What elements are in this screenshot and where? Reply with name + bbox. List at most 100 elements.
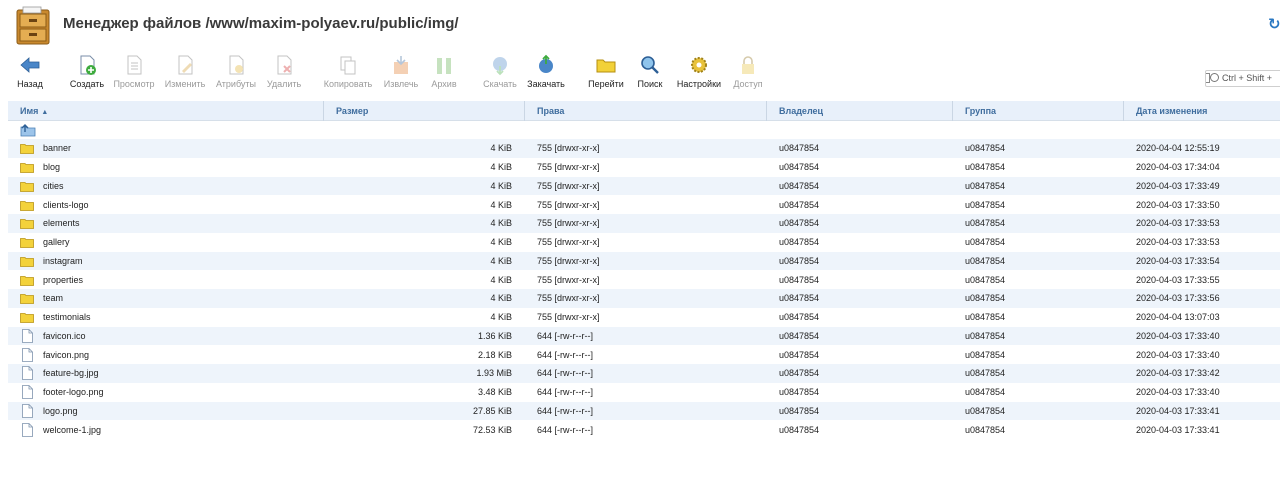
table-row[interactable]: blog 4 KiB 755 [drwxr-xr-x] u0847854 u084785…	[8, 158, 1280, 177]
file-group: u0847854	[965, 237, 1006, 248]
file-size: 2.18 KiB	[477, 349, 512, 360]
table-row[interactable]: favicon.ico 1.36 KiB 644 [-rw-r--r--] u0847…	[8, 326, 1280, 346]
file-group: u0847854	[965, 162, 1006, 173]
file-rights[interactable]: 755 [drwxr-xr-x]	[537, 158, 600, 177]
folder-icon	[20, 238, 34, 248]
file-name[interactable]: footer-logo.png	[43, 383, 104, 402]
file-modified: 2020-04-03 17:33:40	[1136, 330, 1220, 341]
table-row[interactable]: testimonials 4 KiB 755 [drwxr-xr-x] u084785…	[8, 308, 1280, 327]
file-name[interactable]: feature-bg.jpg	[43, 364, 99, 383]
file-name[interactable]: favicon.png	[43, 346, 89, 365]
archive-button[interactable]: Архив	[429, 54, 459, 94]
folder-open-icon	[596, 59, 616, 73]
file-rights[interactable]: 755 [drwxr-xr-x]	[537, 233, 600, 252]
search-input[interactable]: Ctrl + Shift +	[1205, 70, 1280, 87]
file-owner: u0847854	[779, 330, 820, 341]
file-rights[interactable]: 755 [drwxr-xr-x]	[537, 252, 600, 271]
file-modified: 2020-04-03 17:33:41	[1136, 405, 1220, 416]
file-name[interactable]: gallery	[43, 233, 70, 252]
file-rights[interactable]: 644 [-rw-r--r--]	[537, 421, 593, 440]
search-button[interactable]: Поиск	[636, 54, 664, 94]
table-row[interactable]: gallery 4 KiB 755 [drwxr-xr-x] u0847854 u084…	[8, 233, 1280, 252]
download-button[interactable]: Скачать	[482, 54, 518, 94]
table-row[interactable]: logo.png 27.85 KiB 644 [-rw-r--r--] u084785…	[8, 401, 1280, 421]
delete-button[interactable]: Удалить	[264, 54, 304, 94]
file-size: 1.93 MiB	[476, 368, 512, 379]
view-button[interactable]: Просмотр	[112, 54, 156, 94]
file-rights[interactable]: 644 [-rw-r--r--]	[537, 364, 593, 383]
file-rights[interactable]: 755 [drwxr-xr-x]	[537, 177, 600, 196]
file-group: u0847854	[965, 293, 1006, 304]
table-row[interactable]: footer-logo.png 3.48 KiB 644 [-rw-r--r--] u…	[8, 383, 1280, 402]
copy-button[interactable]: Копировать	[322, 54, 374, 94]
table-row[interactable]: favicon.png 2.18 KiB 644 [-rw-r--r--] u0847…	[8, 346, 1280, 365]
table-row[interactable]: feature-bg.jpg 1.93 MiB 644 [-rw-r--r--] u0…	[8, 364, 1280, 383]
file-rights[interactable]: 755 [drwxr-xr-x]	[537, 308, 600, 327]
table-row[interactable]: instagram 4 KiB 755 [drwxr-xr-x] u0847854 u0…	[8, 251, 1280, 271]
folder-up-icon	[20, 124, 36, 137]
file-name[interactable]: instagram	[43, 252, 83, 271]
column-header-owner[interactable]: Владелец	[767, 101, 953, 121]
file-owner: u0847854	[779, 405, 820, 416]
file-name[interactable]: clients-logo	[43, 196, 89, 215]
file-rights[interactable]: 755 [drwxr-xr-x]	[537, 289, 600, 308]
file-cabinet-icon	[16, 6, 50, 45]
attributes-button[interactable]: Атрибуты	[214, 54, 258, 94]
lock-icon	[742, 56, 754, 74]
file-rights[interactable]: 644 [-rw-r--r--]	[537, 402, 593, 421]
parent-directory-row[interactable]	[8, 121, 1280, 140]
table-row[interactable]: banner 4 KiB 755 [drwxr-xr-x] u0847854 u0847…	[8, 139, 1280, 158]
table-row[interactable]: elements 4 KiB 755 [drwxr-xr-x] u0847854 u08…	[8, 214, 1280, 233]
file-name[interactable]: logo.png	[43, 402, 78, 421]
file-rights[interactable]: 755 [drwxr-xr-x]	[537, 214, 600, 233]
column-header-group[interactable]: Группа	[953, 101, 1124, 121]
access-button[interactable]: Доступ	[731, 54, 765, 94]
file-owner: u0847854	[779, 199, 820, 210]
settings-button[interactable]: Настройки	[674, 54, 724, 94]
file-modified: 2020-04-03 17:33:54	[1136, 255, 1220, 266]
file-owner: u0847854	[779, 162, 820, 173]
file-icon	[22, 328, 33, 343]
column-header-name[interactable]: Имя ▲	[8, 101, 324, 121]
create-button[interactable]: Создать	[68, 54, 106, 94]
file-rights[interactable]: 755 [drwxr-xr-x]	[537, 196, 600, 215]
table-row[interactable]: welcome-1.jpg 72.53 KiB 644 [-rw-r--r--] u0…	[8, 421, 1280, 440]
edit-button[interactable]: Изменить	[163, 54, 207, 94]
upload-button[interactable]: Закачать	[526, 54, 566, 94]
file-group: u0847854	[965, 387, 1006, 398]
file-rights[interactable]: 644 [-rw-r--r--]	[537, 383, 593, 402]
file-name[interactable]: banner	[43, 139, 71, 158]
extract-button[interactable]: Извлечь	[382, 54, 420, 94]
file-rights[interactable]: 644 [-rw-r--r--]	[537, 327, 593, 346]
file-name[interactable]: blog	[43, 158, 60, 177]
magnifier-icon	[641, 56, 659, 74]
column-header-modified[interactable]: Дата изменения	[1124, 101, 1280, 121]
file-rights[interactable]: 644 [-rw-r--r--]	[537, 346, 593, 365]
file-name[interactable]: team	[43, 289, 63, 308]
column-header-size[interactable]: Размер	[324, 101, 525, 121]
table-row[interactable]: team 4 KiB 755 [drwxr-xr-x] u0847854 u084785…	[8, 289, 1280, 308]
refresh-icon[interactable]: ↻	[1268, 15, 1280, 33]
table-row[interactable]: clients-logo 4 KiB 755 [drwxr-xr-x] u084785…	[8, 196, 1280, 215]
file-name[interactable]: favicon.ico	[43, 327, 86, 346]
file-name[interactable]: cities	[43, 177, 64, 196]
goto-button[interactable]: Перейти	[587, 54, 625, 94]
file-modified: 2020-04-03 17:33:56	[1136, 293, 1220, 304]
file-rights[interactable]: 755 [drwxr-xr-x]	[537, 139, 600, 158]
file-size: 4 KiB	[490, 293, 512, 304]
file-name[interactable]: testimonials	[43, 308, 91, 327]
column-header-rights[interactable]: Права	[525, 101, 767, 121]
file-owner: u0847854	[779, 424, 820, 435]
gear-icon	[691, 57, 707, 73]
copy-icon	[340, 56, 356, 75]
file-rights[interactable]: 755 [drwxr-xr-x]	[537, 271, 600, 290]
file-name[interactable]: properties	[43, 271, 83, 290]
back-button[interactable]: Назад	[14, 54, 46, 94]
table-row[interactable]: properties 4 KiB 755 [drwxr-xr-x] u0847854 u…	[8, 271, 1280, 290]
file-size: 4 KiB	[490, 274, 512, 285]
file-name[interactable]: welcome-1.jpg	[43, 421, 101, 440]
file-name[interactable]: elements	[43, 214, 80, 233]
file-group: u0847854	[965, 368, 1006, 379]
table-row[interactable]: cities 4 KiB 755 [drwxr-xr-x] u0847854 u0847…	[8, 176, 1280, 196]
file-size: 3.48 KiB	[477, 387, 512, 398]
